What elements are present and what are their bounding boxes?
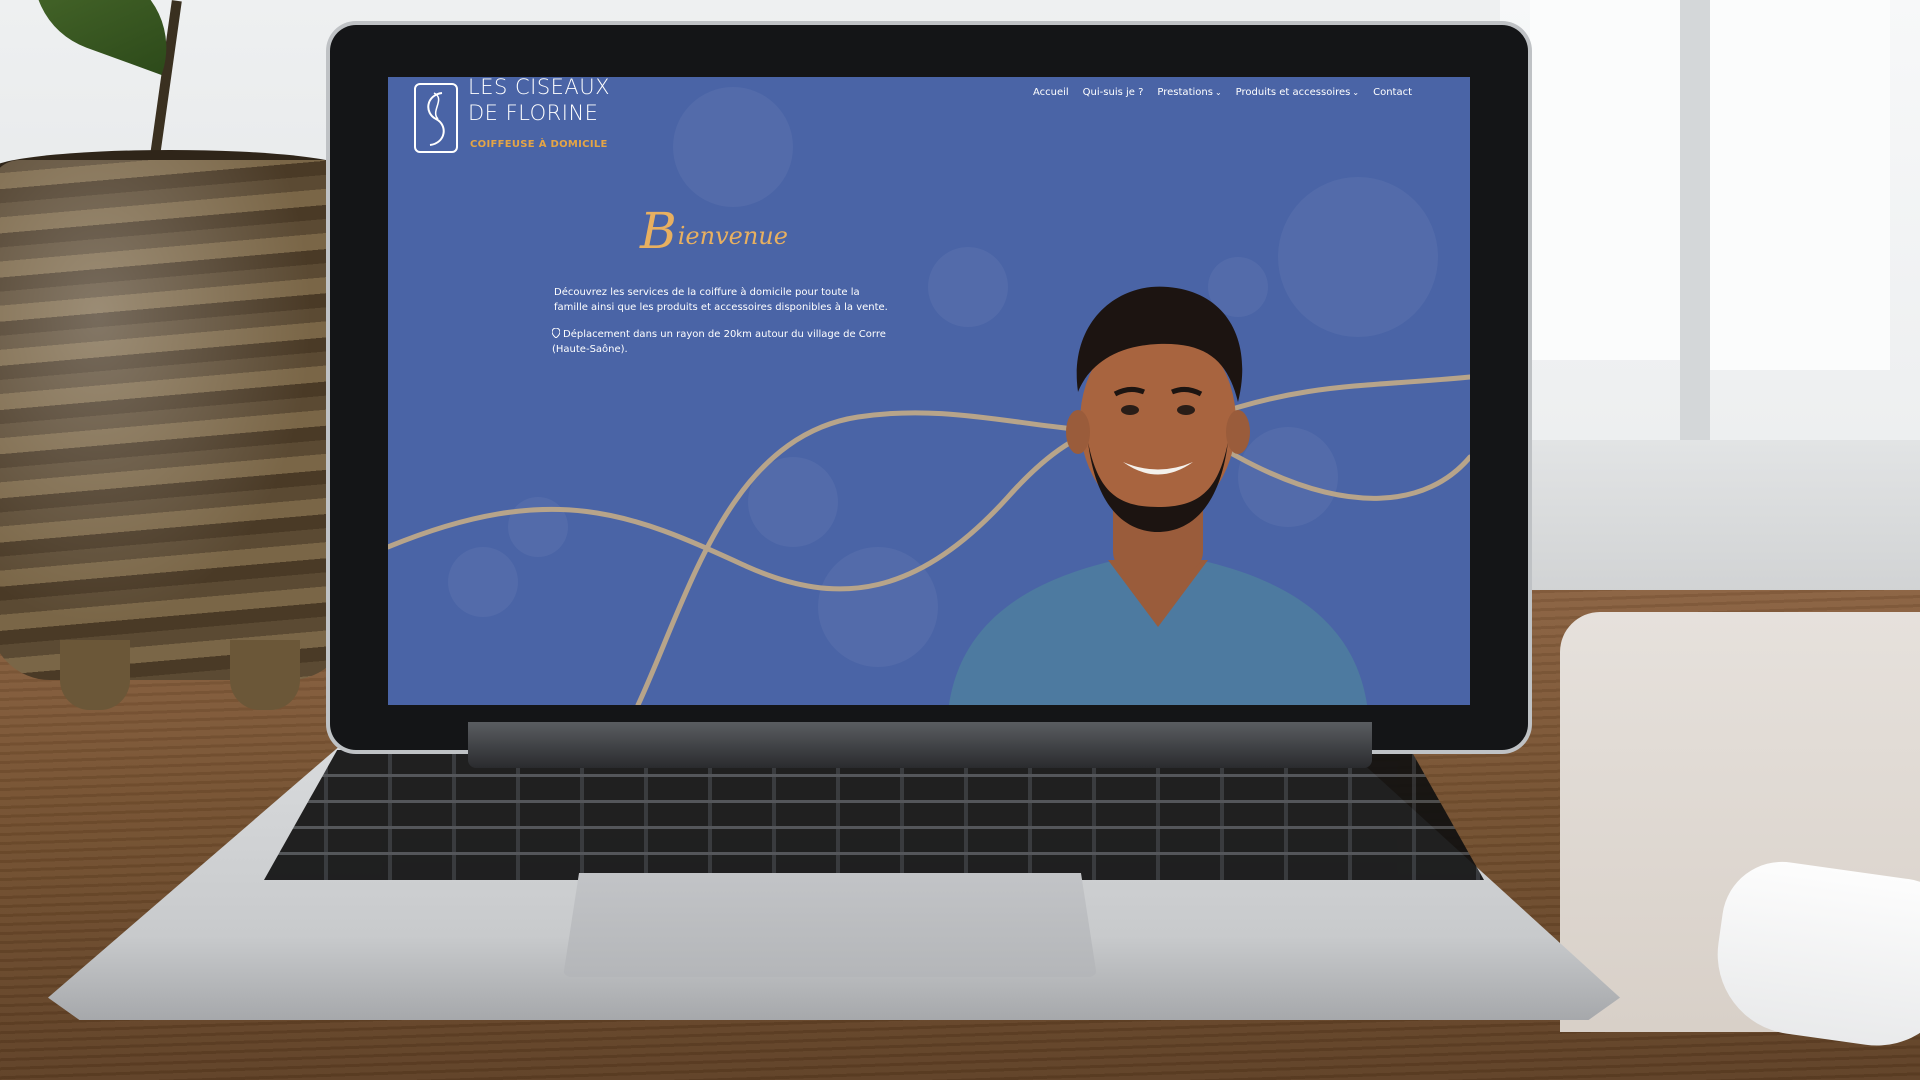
- service-area: Déplacement dans un rayon de 20km autour…: [551, 327, 892, 357]
- headline-initial: B: [640, 202, 677, 260]
- logo-title-line2[interactable]: DE FLORINE: [468, 101, 598, 125]
- nav-label: Prestations: [1157, 87, 1213, 98]
- chevron-down-icon: ⌄: [1214, 88, 1222, 97]
- nav-label: Contact: [1373, 87, 1412, 98]
- nav-produits-accessoires[interactable]: Produits et accessoires ⌄: [1236, 87, 1359, 98]
- service-area-text: Déplacement dans un rayon de 20km autour…: [552, 329, 886, 355]
- smiling-man-photo: [949, 286, 1367, 705]
- nav-label: Accueil: [1032, 87, 1069, 98]
- pot-foot: [60, 640, 130, 710]
- laptop-keyboard: [264, 750, 1484, 880]
- nav-qui-suis-je[interactable]: Qui-suis je ?: [1083, 87, 1144, 98]
- nav-prestations[interactable]: Prestations ⌄: [1157, 87, 1221, 98]
- laptop-hinge: [468, 722, 1372, 768]
- logo-tagline: COIFFEUSE À DOMICILE: [470, 139, 608, 150]
- trackpad: [563, 873, 1097, 977]
- chevron-down-icon: ⌄: [1352, 88, 1360, 97]
- scissors-logo-icon[interactable]: [414, 83, 458, 153]
- headline-rest: ienvenue: [677, 222, 788, 250]
- nav-label: Qui-suis je ?: [1082, 87, 1144, 98]
- logo-title-line1[interactable]: LES CISEAUX: [468, 77, 610, 99]
- pot-foot: [230, 640, 300, 710]
- website-screen: LES CISEAUX DE FLORINE COIFFEUSE À DOMIC…: [388, 77, 1470, 705]
- nav-contact[interactable]: Contact: [1373, 87, 1412, 98]
- plant-pot: [0, 160, 350, 680]
- nav-label: Produits et accessoires: [1235, 87, 1351, 98]
- nav-accueil[interactable]: Accueil: [1033, 87, 1069, 98]
- hero-headline: Bienvenue: [640, 202, 788, 260]
- main-navigation: Accueil Qui-suis je ? Prestations ⌄ Prod…: [1033, 87, 1412, 98]
- window-sill: [1500, 440, 1920, 610]
- hero-intro: Découvrez les services de la coiffure à …: [554, 287, 888, 313]
- window: [1500, 0, 1920, 480]
- map-pin-icon: [551, 327, 561, 342]
